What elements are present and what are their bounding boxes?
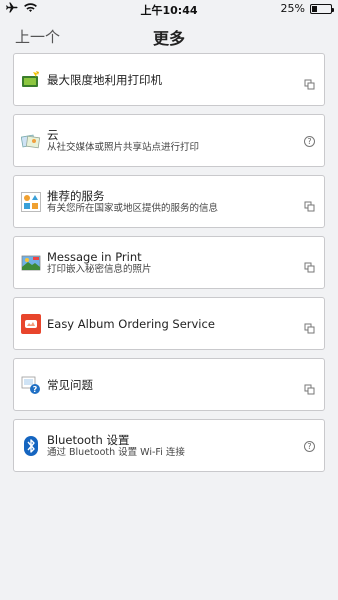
status-bar: 上午10:44 25%: [0, 0, 338, 18]
bluetooth-icon: [21, 436, 41, 456]
battery-icon: [310, 3, 334, 14]
album-icon: [21, 314, 41, 334]
menu-item-title: Message in Print: [47, 249, 142, 264]
menu-item-title: 常见问题: [47, 377, 93, 392]
more-menu-list: 最大限度地利用打印机 云 从社交媒体或照片共享站点进行打印 ? 推荐的服务 有关…: [13, 53, 325, 480]
menu-item-recommended-services[interactable]: 推荐的服务 有关您所在国家或地区提供的服务的信息: [13, 175, 325, 228]
help-icon[interactable]: ?: [304, 441, 315, 452]
external-link-icon: [304, 319, 315, 334]
menu-item-bluetooth[interactable]: Bluetooth 设置 通过 Bluetooth 设置 Wi-Fi 连接 ?: [13, 419, 325, 472]
faq-icon: ?: [21, 375, 41, 395]
battery-percent: 25%: [280, 2, 305, 15]
external-link-icon: [304, 380, 315, 395]
menu-item-title: 最大限度地利用打印机: [47, 72, 162, 87]
menu-item-printer-tips[interactable]: 最大限度地利用打印机: [13, 53, 325, 106]
menu-item-message-in-print[interactable]: Message in Print 打印嵌入秘密信息的照片: [13, 236, 325, 289]
menu-item-title: Bluetooth 设置: [47, 432, 130, 447]
printer-photo-icon: [21, 70, 41, 90]
menu-item-title: 云: [47, 127, 59, 142]
menu-item-title: Easy Album Ordering Service: [47, 316, 215, 331]
shapes-icon: [21, 192, 41, 212]
message-photo-icon: [21, 253, 41, 273]
help-icon[interactable]: ?: [304, 136, 315, 147]
menu-item-subtitle: 通过 Bluetooth 设置 Wi-Fi 连接: [47, 446, 185, 458]
menu-item-subtitle: 有关您所在国家或地区提供的服务的信息: [47, 202, 219, 214]
menu-item-subtitle: 从社交媒体或照片共享站点进行打印: [47, 141, 200, 153]
page-title: 更多: [152, 29, 185, 48]
external-link-icon: [304, 197, 315, 212]
external-link-icon: [304, 75, 315, 90]
menu-item-subtitle: 打印嵌入秘密信息的照片: [47, 263, 152, 275]
menu-item-title: 推荐的服务: [47, 188, 105, 203]
menu-item-easy-album[interactable]: Easy Album Ordering Service: [13, 297, 325, 350]
svg-text:?: ?: [33, 385, 38, 394]
external-link-icon: [304, 258, 315, 273]
menu-item-cloud[interactable]: 云 从社交媒体或照片共享站点进行打印 ?: [13, 114, 325, 167]
navigation-bar: 上一个 更多: [0, 18, 338, 52]
menu-item-faq[interactable]: ? 常见问题: [13, 358, 325, 411]
cloud-photos-icon: [20, 131, 41, 151]
